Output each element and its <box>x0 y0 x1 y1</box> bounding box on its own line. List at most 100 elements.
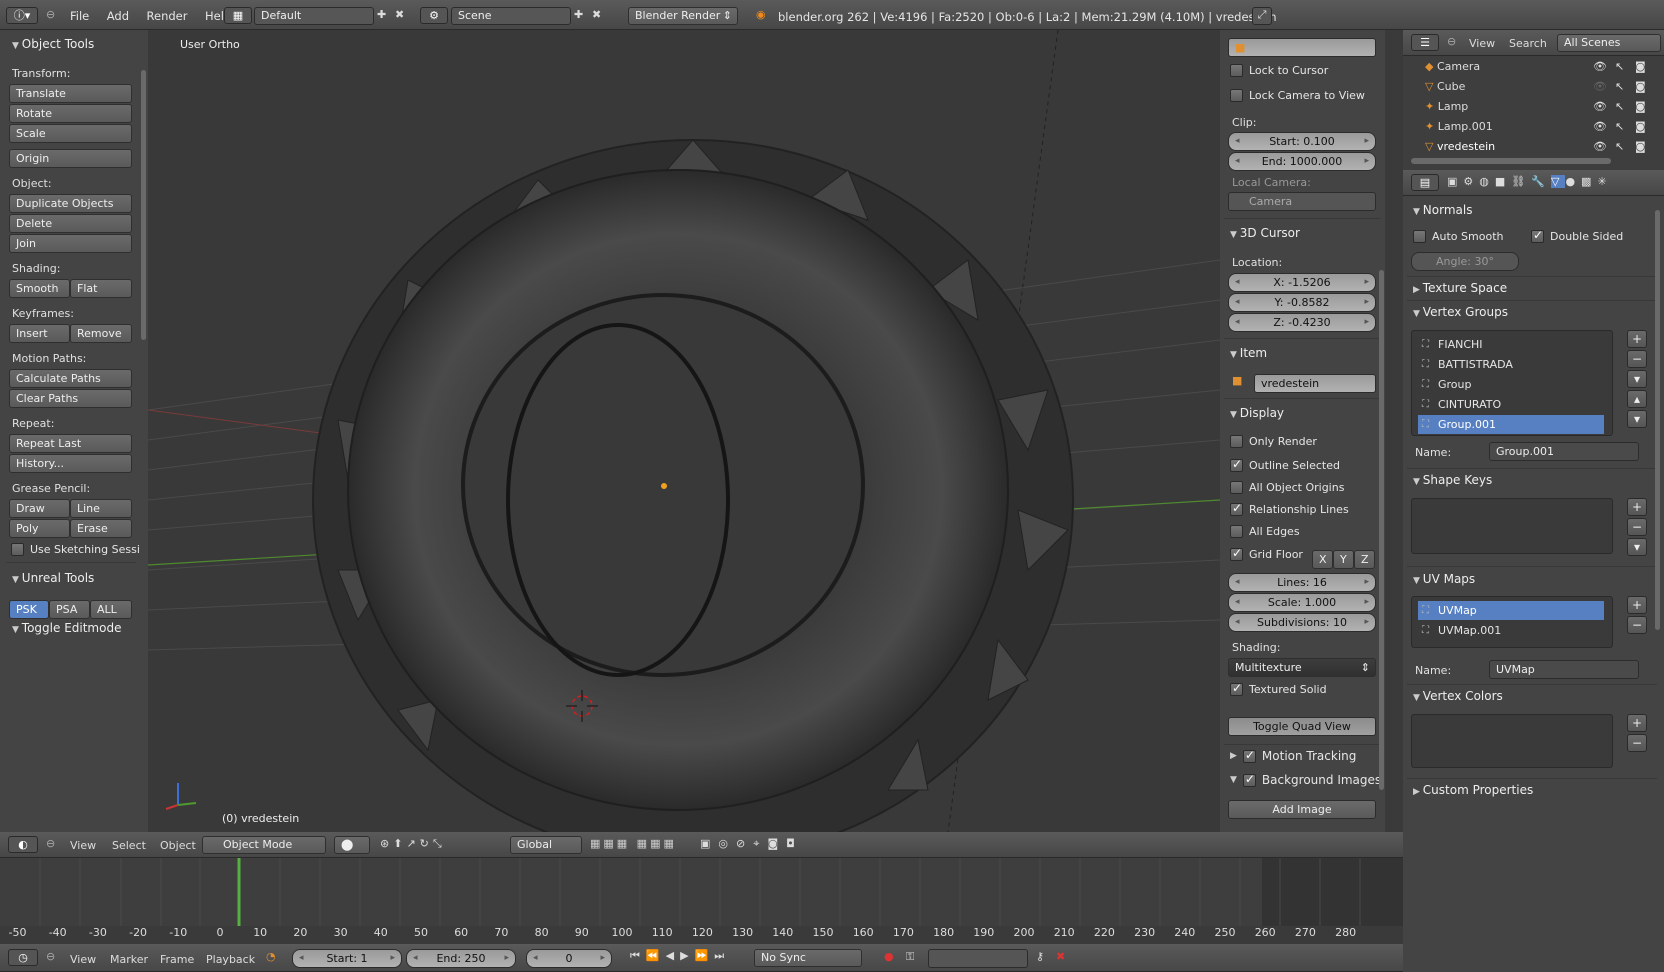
double-sided-checkbox[interactable]: Double Sided <box>1531 228 1623 243</box>
next-keyframe-icon[interactable]: ⏩ <box>695 949 715 962</box>
duplicate-objects-button[interactable]: Duplicate Objects <box>9 194 132 213</box>
preview-range-icon[interactable]: ◔ <box>266 950 276 963</box>
clip-end-field[interactable]: End: 1000.000 <box>1228 152 1376 171</box>
vertex-group-item[interactable]: CINTURATO <box>1418 395 1604 414</box>
outliner-view-menu[interactable]: View <box>1469 37 1495 50</box>
prev-keyframe-icon[interactable]: ⏪ <box>646 949 666 962</box>
viewport-3d[interactable]: User Ortho (0) vredestein <box>148 30 1220 832</box>
render-preview-icon[interactable]: ◙ <box>767 837 786 850</box>
manipulator-icon[interactable]: ⬆ <box>393 837 406 850</box>
snapping-icons[interactable]: ▣◎⊘⌖◙◘ <box>700 837 803 851</box>
outliner-item-vredestein[interactable]: ▽ vredestein 👁 ↖ ◙ <box>1425 140 1664 159</box>
add-vertex-group-icon[interactable]: + <box>1627 330 1647 348</box>
erase-button[interactable]: Erase <box>70 519 132 538</box>
selectable-arrow-icon[interactable]: ↖ <box>1615 140 1624 153</box>
motion-tracking-toggle[interactable]: ▶ Motion Tracking <box>1230 748 1356 764</box>
fullscreen-icon[interactable]: ⤢ <box>1252 7 1272 25</box>
cursor-z-field[interactable]: Z: -0.4230 <box>1228 313 1376 332</box>
local-camera-field[interactable]: Camera <box>1228 192 1376 211</box>
psk-button[interactable]: PSK <box>9 600 49 619</box>
axis-y-toggle[interactable]: Y <box>1333 550 1354 569</box>
unreal-tools-header[interactable]: Unreal Tools <box>12 571 95 585</box>
remove-shape-key-icon[interactable]: − <box>1627 518 1647 536</box>
properties-scrollbar[interactable] <box>1379 270 1384 790</box>
delete-keyframe-icon[interactable]: ✖ <box>1056 950 1065 963</box>
sketching-checkbox[interactable]: Use Sketching Sessi <box>11 543 140 556</box>
visibility-eye-icon[interactable]: 👁 <box>1593 60 1607 73</box>
outliner-item-cube[interactable]: ▽ Cube 👁 ↖ ◙ <box>1425 80 1664 99</box>
clip-start-field[interactable]: Start: 0.100 <box>1228 132 1376 151</box>
vertex-group-item[interactable]: Group <box>1418 375 1604 394</box>
history-button[interactable]: History... <box>9 454 132 473</box>
collapse-icon[interactable]: ⊖ <box>1447 35 1456 48</box>
uv-maps-header[interactable]: UV Maps <box>1413 572 1475 586</box>
add-uv-map-icon[interactable]: + <box>1627 596 1647 614</box>
pivot-and-manipulator-icons[interactable]: ⊛⬆↗↻⤡ <box>380 837 446 851</box>
vertex-group-menu-icon[interactable]: ▾ <box>1627 370 1647 388</box>
auto-smooth-angle-field[interactable]: Angle: 30° <box>1411 252 1519 271</box>
lock-to-cursor-checkbox[interactable]: Lock to Cursor <box>1230 64 1328 77</box>
view3d-object-menu[interactable]: Object <box>160 839 196 852</box>
rotate-widget-icon[interactable]: ↻ <box>420 837 433 850</box>
render-camera-icon[interactable]: ◙ <box>1635 80 1646 93</box>
add-layout-icon[interactable]: ✚ <box>377 8 386 21</box>
scene-icon[interactable]: ⚙ <box>420 7 448 24</box>
scale-widget-icon[interactable]: ⤡ <box>433 837 446 850</box>
textured-solid-checkbox[interactable]: Textured Solid <box>1230 681 1327 696</box>
outliner-item-lamp[interactable]: ✦ Lamp 👁 ↖ ◙ <box>1425 100 1664 119</box>
outliner-filter-dropdown[interactable]: All Scenes <box>1557 34 1661 52</box>
uv-map-item-selected[interactable]: UVMap <box>1418 601 1604 620</box>
add-image-button[interactable]: Add Image <box>1228 800 1376 819</box>
render-tab-icon[interactable]: ▣ <box>1447 175 1463 188</box>
clear-paths-button[interactable]: Clear Paths <box>9 389 132 408</box>
background-images-toggle[interactable]: ▼ Background Images <box>1230 772 1381 788</box>
normals-header[interactable]: Normals <box>1413 203 1473 217</box>
cursor-y-field[interactable]: Y: -0.8582 <box>1228 293 1376 312</box>
layer-lock-icon[interactable]: ▣ <box>700 837 718 850</box>
relationship-lines-checkbox[interactable]: Relationship Lines <box>1230 501 1349 516</box>
menu-render[interactable]: Render <box>147 9 188 23</box>
lock-camera-checkbox[interactable]: Lock Camera to View <box>1230 89 1365 102</box>
toggle-editmode-header[interactable]: Toggle Editmode <box>12 621 122 635</box>
calculate-paths-button[interactable]: Calculate Paths <box>9 369 132 388</box>
all-origins-checkbox[interactable]: All Object Origins <box>1230 481 1344 494</box>
data-tab-icon[interactable]: ▽ <box>1550 175 1566 188</box>
jump-start-icon[interactable]: ⏮ <box>630 949 646 962</box>
axis-x-toggle[interactable]: X <box>1312 550 1333 569</box>
all-button[interactable]: ALL <box>90 600 132 619</box>
grid-lines-field[interactable]: Lines: 16 <box>1228 573 1376 592</box>
timeline-marker-menu[interactable]: Marker <box>110 953 148 966</box>
outliner-item-camera[interactable]: ◆ Camera 👁 ↖ ◙ <box>1425 60 1664 79</box>
poly-button[interactable]: Poly <box>9 519 70 538</box>
draw-button[interactable]: Draw <box>9 499 70 518</box>
play-reverse-icon[interactable]: ◀ <box>666 949 680 962</box>
only-render-checkbox[interactable]: Only Render <box>1230 435 1317 448</box>
visibility-eye-icon[interactable]: 👁 <box>1593 80 1607 93</box>
shading-mode-dropdown[interactable]: Multitexture ⇕ <box>1228 658 1376 677</box>
smooth-button[interactable]: Smooth <box>9 279 70 298</box>
visibility-eye-icon[interactable]: 👁 <box>1593 120 1607 133</box>
lock-object-field[interactable]: ■ <box>1228 38 1376 57</box>
add-vertex-color-icon[interactable]: + <box>1627 714 1647 732</box>
keying-icon[interactable]: ⚿ <box>906 950 914 964</box>
object-tools-header[interactable]: Object Tools <box>12 37 94 51</box>
insert-keyframe-icon[interactable]: ⚷ <box>1036 950 1044 963</box>
object-tab-icon[interactable]: ■ <box>1495 175 1511 188</box>
uv-map-name-field[interactable]: UVMap <box>1489 660 1639 679</box>
properties-editor-scrollbar[interactable] <box>1655 210 1660 630</box>
timeline-area[interactable]: -50 -40 -30 -20 -10 0 10 20 30 40 50 60 70 80 90 100 110… <box>0 858 1403 944</box>
keying-set-field[interactable] <box>928 949 1028 968</box>
layer-buttons[interactable]: ▦▦▦ ▦▦▦ <box>590 837 677 850</box>
layout-field[interactable]: Default <box>254 7 374 25</box>
translate-button[interactable]: Translate <box>9 84 132 103</box>
record-icon[interactable]: ● <box>884 950 894 963</box>
timeline-editor-icon[interactable]: ◷ <box>8 949 38 966</box>
move-up-icon[interactable]: ▴ <box>1627 390 1647 408</box>
particles-tab-icon[interactable]: ✳ <box>1597 175 1612 188</box>
tool-shelf-scrollbar[interactable] <box>141 70 146 340</box>
move-down-icon[interactable]: ▾ <box>1627 410 1647 428</box>
selectable-arrow-icon[interactable]: ↖ <box>1615 100 1624 113</box>
remove-uv-map-icon[interactable]: − <box>1627 616 1647 634</box>
constraints-tab-icon[interactable]: ⛓ <box>1511 175 1531 188</box>
vertex-group-item[interactable]: BATTISTRADA <box>1418 355 1604 374</box>
